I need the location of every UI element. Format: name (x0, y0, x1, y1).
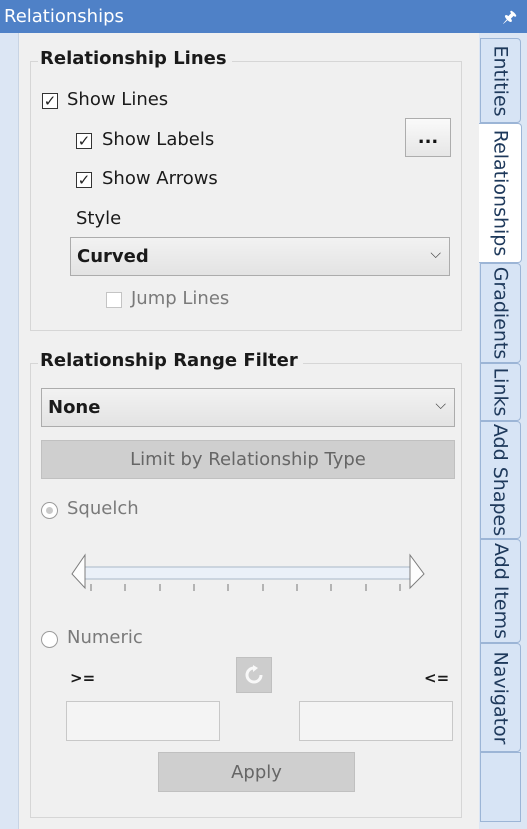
numeric-radio[interactable] (41, 631, 58, 648)
show-arrows-checkbox[interactable]: ✓ (76, 172, 92, 188)
squelch-label[interactable]: Squelch (67, 498, 139, 519)
refresh-icon (245, 665, 263, 684)
jump-lines-checkbox[interactable] (106, 292, 122, 308)
show-labels-label[interactable]: Show Labels (102, 129, 214, 150)
reset-range-button[interactable] (236, 657, 272, 693)
tab-navigator[interactable]: Navigator (480, 643, 521, 752)
tab-links[interactable]: Links (480, 363, 521, 421)
style-dropdown-value: Curved (77, 246, 149, 267)
min-value-input[interactable] (66, 701, 220, 741)
show-labels-checkbox[interactable]: ✓ (76, 133, 92, 149)
slider-min-thumb[interactable] (71, 553, 86, 590)
style-dropdown[interactable]: Curved ⌵ (70, 237, 450, 276)
style-label: Style (76, 208, 122, 229)
panel-title: Relationships (4, 6, 124, 27)
tab-strip-filler (480, 752, 521, 822)
squelch-radio[interactable] (41, 502, 58, 519)
apply-button[interactable]: Apply (158, 752, 355, 792)
max-value-input[interactable] (299, 701, 453, 741)
chevron-down-icon: ⌵ (435, 397, 446, 413)
tab-relationships[interactable]: Relationships (479, 123, 522, 263)
slider-max-thumb[interactable] (409, 553, 425, 590)
limit-by-relationship-type-button[interactable]: Limit by Relationship Type (41, 440, 455, 479)
range-filter-title: Relationship Range Filter (38, 350, 303, 371)
tab-entities[interactable]: Entities (480, 38, 521, 123)
show-lines-checkbox[interactable]: ✓ (42, 93, 58, 109)
show-lines-label[interactable]: Show Lines (67, 89, 168, 110)
range-filter-dropdown[interactable]: None ⌵ (41, 388, 455, 427)
tab-add-items[interactable]: Add Items (480, 539, 521, 643)
tab-add-shapes[interactable]: Add Shapes (480, 421, 521, 539)
chevron-down-icon: ⌵ (430, 246, 441, 262)
jump-lines-label[interactable]: Jump Lines (131, 288, 229, 309)
range-filter-dropdown-value: None (48, 397, 101, 418)
relationship-lines-title: Relationship Lines (38, 48, 232, 69)
pin-icon[interactable]: 🖈 (502, 0, 517, 33)
tab-gradients[interactable]: Gradients (480, 263, 521, 363)
gte-label: >= (70, 669, 96, 687)
squelch-range-slider[interactable] (60, 550, 435, 606)
show-arrows-label[interactable]: Show Arrows (102, 168, 218, 189)
panel-title-bar: Relationships 🖈 (0, 0, 527, 33)
lte-label: <= (424, 669, 450, 687)
label-options-button[interactable]: ... (405, 118, 451, 157)
numeric-label[interactable]: Numeric (67, 627, 143, 648)
